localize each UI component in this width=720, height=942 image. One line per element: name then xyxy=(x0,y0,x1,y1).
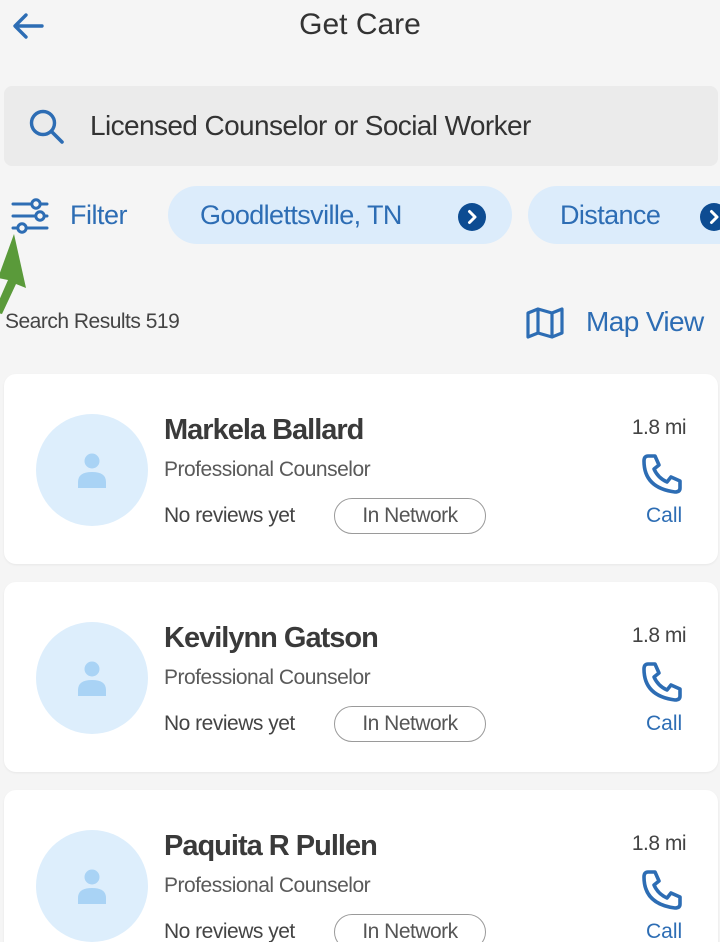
map-view-label: Map View xyxy=(586,306,704,337)
reviews-text: No reviews yet xyxy=(164,504,295,527)
map-icon xyxy=(526,307,564,339)
location-filter-pill[interactable]: Goodlettsville, TN xyxy=(168,186,512,244)
provider-card[interactable]: Kevilynn Gatson Professional Counselor N… xyxy=(4,582,718,772)
filter-bar: Filter Goodlettsville, TN Distance xyxy=(0,182,720,248)
provider-distance: 1.8 mi xyxy=(631,624,687,647)
avatar xyxy=(36,622,148,734)
network-badge: In Network xyxy=(334,706,486,742)
filter-label: Filter xyxy=(70,200,128,230)
provider-card[interactable]: Markela Ballard Professional Counselor N… xyxy=(4,374,718,564)
phone-icon[interactable] xyxy=(640,452,684,496)
avatar xyxy=(36,830,148,942)
chevron-right-icon xyxy=(458,203,486,231)
avatar xyxy=(36,414,148,526)
chevron-right-icon xyxy=(700,203,720,231)
provider-role: Professional Counselor xyxy=(164,874,371,897)
distance-filter-pill[interactable]: Distance xyxy=(528,186,720,244)
provider-distance: 1.8 mi xyxy=(631,832,687,855)
search-query-text: Licensed Counselor or Social Worker xyxy=(90,110,531,141)
provider-name: Kevilynn Gatson xyxy=(164,622,379,654)
person-icon xyxy=(78,869,106,904)
provider-distance: 1.8 mi xyxy=(631,416,687,439)
network-badge: In Network xyxy=(334,914,486,942)
sliders-icon xyxy=(11,198,49,234)
person-icon xyxy=(78,661,106,696)
provider-card[interactable]: Paquita R Pullen Professional Counselor … xyxy=(4,790,718,942)
call-button[interactable]: Call xyxy=(646,920,682,942)
distance-pill-label: Distance xyxy=(560,200,661,230)
call-button[interactable]: Call xyxy=(646,712,682,736)
network-badge: In Network xyxy=(334,498,486,534)
results-bar: Search Results 519 Map View xyxy=(0,300,720,344)
provider-role: Professional Counselor xyxy=(164,666,371,689)
page-title: Get Care xyxy=(299,8,421,41)
location-pill-label: Goodlettsville, TN xyxy=(200,200,402,230)
filter-button[interactable]: Filter xyxy=(6,190,146,240)
reviews-text: No reviews yet xyxy=(164,712,295,735)
header: Get Care xyxy=(0,0,720,60)
provider-name: Markela Ballard xyxy=(164,414,364,446)
person-icon xyxy=(78,453,106,488)
phone-icon[interactable] xyxy=(640,660,684,704)
provider-role: Professional Counselor xyxy=(164,458,371,481)
search-icon xyxy=(29,109,64,144)
reviews-text: No reviews yet xyxy=(164,920,295,942)
map-view-button[interactable]: Map View xyxy=(526,302,720,342)
call-button[interactable]: Call xyxy=(646,504,682,528)
search-input[interactable]: Licensed Counselor or Social Worker xyxy=(4,86,718,166)
phone-icon[interactable] xyxy=(640,868,684,912)
provider-name: Paquita R Pullen xyxy=(164,830,378,862)
results-count: Search Results 519 xyxy=(5,310,180,333)
